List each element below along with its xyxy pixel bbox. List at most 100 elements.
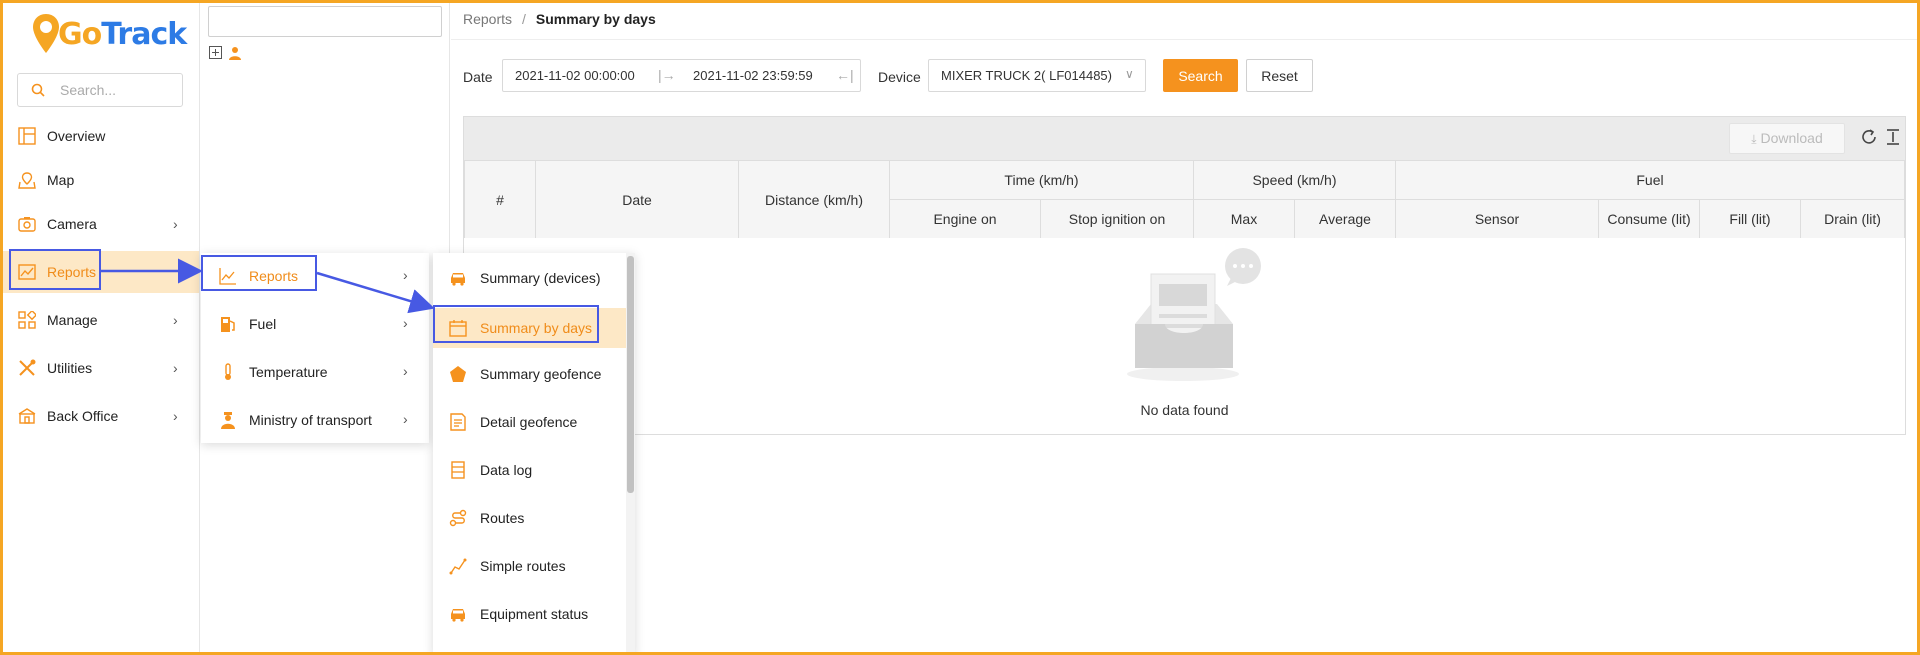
submenu-item-simple-routes[interactable]: Simple routes — [433, 546, 629, 586]
report-table-container: ⤓ Download # Date Distance (km/h) Time (… — [463, 116, 1906, 435]
chevron-right-icon: › — [173, 312, 178, 328]
download-label: Download — [1760, 130, 1823, 146]
location-pin-icon — [33, 14, 59, 53]
device-select[interactable]: MIXER TRUCK 2( LF014485) ∨ — [928, 59, 1146, 92]
menu-item-fuel[interactable]: Fuel › — [201, 301, 429, 347]
reports-submenu: Summary (devices) Summary by days Summar… — [433, 253, 635, 655]
page-title: Summary by days — [535, 11, 656, 27]
car-icon — [451, 273, 465, 286]
sidebar-item-label: Overview — [47, 128, 106, 144]
sidebar-item-back-office[interactable]: Back Office › — [3, 395, 199, 437]
menu-item-ministry-of-transport[interactable]: Ministry of transport › — [201, 397, 429, 443]
date-range-picker[interactable]: 2021-11-02 00:00:00 |→ 2021-11-02 23:59:… — [502, 59, 861, 92]
sidebar-item-label: Reports — [47, 264, 97, 280]
breadcrumb-parent[interactable]: Reports — [463, 11, 512, 27]
breadcrumb-separator: / — [522, 11, 526, 27]
col-sensor: Sensor — [1395, 199, 1599, 239]
submenu-item-label: Detail geofence — [480, 414, 578, 430]
sidebar-item-label: Camera — [47, 216, 97, 232]
submenu-item-routes[interactable]: Routes — [433, 498, 629, 538]
menu-item-label: Reports — [249, 268, 299, 284]
group-speed: Speed (km/h) — [1193, 160, 1396, 200]
sidebar-item-utilities[interactable]: Utilities › — [3, 347, 199, 389]
device-value: MIXER TRUCK 2( LF014485) — [941, 68, 1112, 83]
sidebar-item-overview[interactable]: Overview — [3, 115, 199, 157]
search-button[interactable]: Search — [1163, 59, 1238, 92]
sidebar-item-label: Manage — [47, 312, 98, 328]
breadcrumb: Reports / Summary by days — [463, 11, 656, 27]
col-stop-ignition: Stop ignition on — [1040, 199, 1194, 239]
submenu-item-summary-by-days[interactable]: Summary by days — [433, 308, 629, 348]
main-content: Reports / Summary by days Date 2021-11-0… — [451, 3, 1917, 652]
pentagon-icon — [450, 366, 466, 382]
column-height-icon[interactable] — [1884, 128, 1902, 146]
chevron-right-icon: › — [403, 363, 408, 379]
menu-item-label: Temperature — [249, 364, 328, 380]
submenu-scroll-thumb[interactable] — [627, 256, 634, 493]
sidebar: GoTrack Overview Map Camera › Reports Ma… — [3, 3, 200, 652]
col-date: Date — [535, 160, 739, 239]
sidebar-item-reports[interactable]: Reports — [3, 251, 199, 293]
submenu-item-label: Equipment status — [480, 606, 589, 622]
officer-icon — [221, 412, 235, 429]
reset-button[interactable]: Reset — [1246, 59, 1313, 92]
thermometer-icon — [225, 363, 231, 380]
date-from[interactable]: 2021-11-02 00:00:00 — [515, 68, 635, 83]
col-engine-on: Engine on — [889, 199, 1041, 239]
download-button[interactable]: ⤓ Download — [1729, 123, 1845, 154]
sidebar-item-map[interactable]: Map — [3, 159, 199, 201]
manage-icon — [18, 311, 36, 329]
col-fill: Fill (lit) — [1699, 199, 1801, 239]
menu-item-label: Fuel — [249, 316, 277, 332]
tree-search-input[interactable] — [208, 6, 442, 37]
user-icon[interactable] — [228, 46, 242, 60]
document-icon — [450, 413, 466, 431]
sidebar-item-manage[interactable]: Manage › — [3, 299, 199, 341]
chevron-right-icon: › — [403, 411, 408, 427]
sidebar-search[interactable] — [17, 73, 183, 107]
fuel-pump-icon — [221, 317, 235, 332]
car-icon — [451, 609, 465, 622]
submenu-item-label: Routes — [480, 510, 525, 526]
sidebar-item-label: Utilities — [47, 360, 93, 376]
date-to[interactable]: 2021-11-02 23:59:59 — [693, 68, 813, 83]
refresh-icon[interactable] — [1860, 128, 1878, 146]
overview-icon — [18, 127, 36, 145]
col-index: # — [464, 160, 536, 239]
empty-text: No data found — [1140, 402, 1229, 418]
submenu-item-summary-geofence[interactable]: Summary geofence — [433, 354, 629, 394]
col-consume: Consume (lit) — [1598, 199, 1700, 239]
search-icon — [31, 83, 45, 97]
chevron-right-icon: › — [173, 216, 178, 232]
tree-toolbar — [209, 46, 242, 60]
expand-icon[interactable] — [209, 46, 222, 59]
map-icon — [18, 172, 36, 189]
back-office-icon — [18, 408, 36, 424]
gotrack-logo[interactable]: GoTrack — [33, 11, 187, 57]
chevron-right-icon: › — [403, 267, 408, 283]
data-log-icon — [451, 461, 465, 479]
simple-routes-icon — [449, 558, 467, 575]
reports-flyout-menu: Reports › Fuel › Temperature › Ministry … — [201, 253, 429, 443]
submenu-item-label: Summary geofence — [480, 366, 602, 382]
search-input[interactable] — [60, 80, 170, 100]
logo-text: GoTrack — [58, 17, 187, 52]
empty-state: No data found — [464, 238, 1905, 434]
reports-icon — [18, 264, 36, 280]
empty-inbox-icon — [1127, 248, 1261, 381]
submenu-item-equipment-status[interactable]: Equipment status — [433, 594, 629, 634]
range-end-icon: ←| — [836, 67, 854, 83]
menu-item-temperature[interactable]: Temperature › — [201, 349, 429, 395]
chart-icon — [219, 268, 236, 285]
range-start-icon: |→ — [658, 67, 676, 83]
submenu-item-summary-devices[interactable]: Summary (devices) — [433, 258, 629, 298]
submenu-item-data-log[interactable]: Data log — [433, 450, 629, 490]
download-icon: ⤓ — [1751, 132, 1757, 146]
submenu-item-detail-geofence[interactable]: Detail geofence — [433, 402, 629, 442]
sidebar-item-label: Map — [47, 172, 75, 188]
menu-item-reports[interactable]: Reports › — [201, 253, 429, 299]
chevron-down-icon: ∨ — [1125, 67, 1134, 81]
group-time: Time (km/h) — [889, 160, 1194, 200]
sidebar-item-camera[interactable]: Camera › — [3, 203, 199, 245]
col-drain: Drain (lit) — [1800, 199, 1905, 239]
